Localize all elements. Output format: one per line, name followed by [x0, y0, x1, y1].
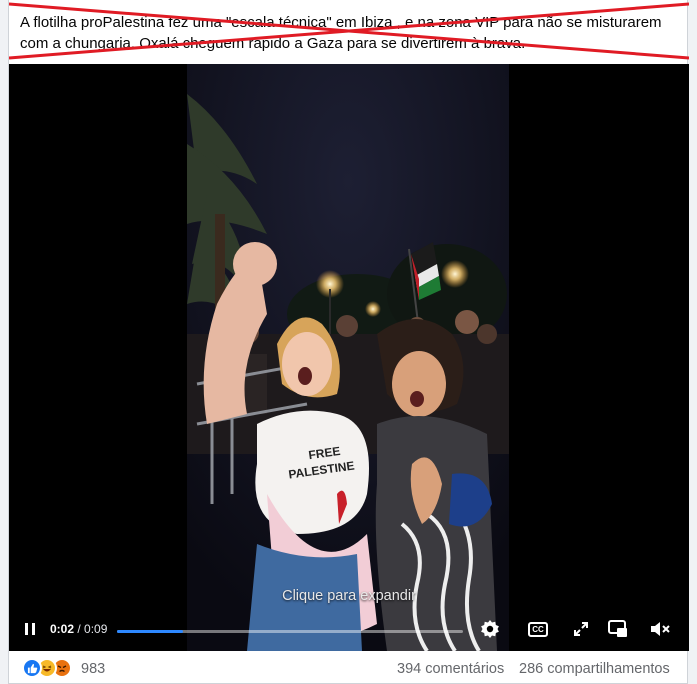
click-to-expand-hint[interactable]: Clique para expandir [9, 588, 689, 604]
like-reaction-icon [22, 658, 42, 678]
volume-muted-icon[interactable] [649, 618, 671, 640]
video-frame: FREE PALESTINE [187, 64, 509, 651]
comments-count[interactable]: 394 comentários [397, 661, 504, 677]
captions-button[interactable]: CC [527, 619, 549, 639]
post-caption: A flotilha proPalestina fez uma "escala … [20, 14, 662, 52]
video-controls-bar: 0:02 / 0:09 CC [9, 610, 689, 651]
post-footer: 983 394 comentários 286 compartilhamento… [9, 651, 689, 684]
gear-icon[interactable] [479, 618, 501, 640]
expand-icon[interactable] [571, 619, 591, 639]
shares-count[interactable]: 286 compartilhamentos [519, 661, 670, 677]
reaction-count[interactable]: 983 [81, 661, 105, 677]
post-card: A flotilha proPalestina fez uma "escala … [8, 0, 689, 684]
pause-icon[interactable] [21, 620, 39, 638]
time-separator: / [74, 622, 85, 636]
video-player[interactable]: FREE PALESTINE Clique para expandir 0:02… [9, 64, 689, 651]
current-time: 0:02 [50, 622, 75, 636]
captions-label: CC [528, 621, 548, 637]
duration: 0:09 [84, 622, 108, 636]
time-display: 0:02 / 0:09 [50, 622, 107, 636]
picture-in-picture-icon[interactable] [607, 618, 629, 640]
progress-track[interactable] [117, 630, 463, 633]
progress-fill [117, 630, 183, 633]
